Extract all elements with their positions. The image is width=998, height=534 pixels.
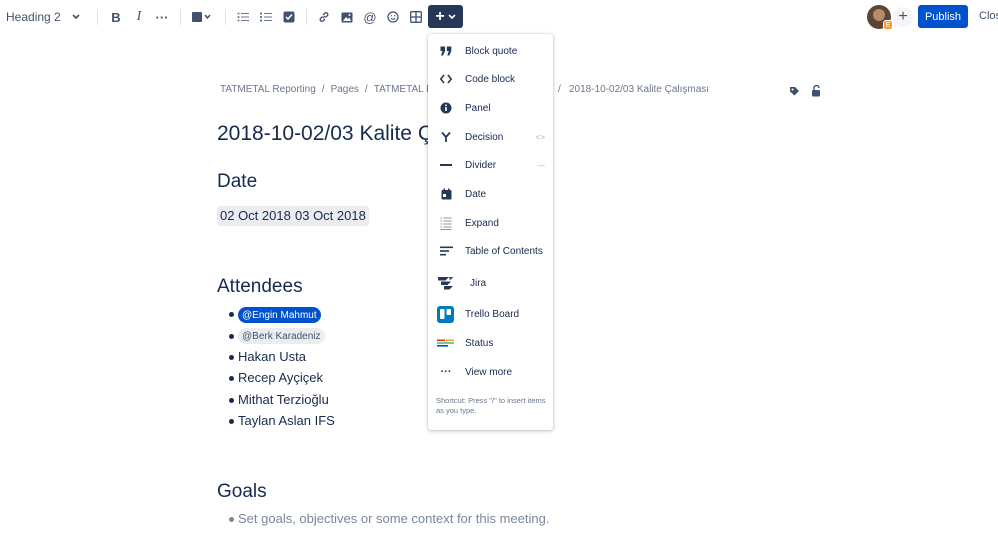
list-bullet (229, 355, 234, 360)
list-item: Hakan Usta (238, 349, 306, 364)
attendees-heading: Attendees (217, 276, 303, 297)
decision-icon (438, 129, 454, 145)
editor-toolbar: Heading 2 B I ··· @ + E + Publish Close (0, 0, 998, 34)
menu-item-label: Decision (465, 131, 504, 143)
publish-button[interactable]: Publish (918, 5, 968, 28)
insert-button[interactable]: + (428, 5, 463, 28)
breadcrumb-pages[interactable]: Pages (331, 84, 359, 95)
menu-item-label: Block quote (465, 45, 518, 57)
more-formatting-icon[interactable]: ··· (153, 5, 171, 29)
chevron-down-icon (448, 13, 456, 19)
bullet-list-icon[interactable] (236, 5, 250, 29)
toc-icon (438, 243, 454, 259)
date-heading: Date (217, 171, 258, 192)
bold-icon[interactable]: B (108, 5, 124, 29)
list-bullet (229, 419, 234, 424)
image-icon[interactable] (340, 5, 354, 29)
menu-item-panel[interactable]: Panel (428, 94, 553, 122)
numbered-list-icon[interactable] (259, 5, 273, 29)
menu-item-expand[interactable]: Expand (428, 209, 553, 237)
menu-item-code-block[interactable]: Code block (428, 65, 553, 93)
chevron-down-icon (72, 14, 80, 20)
menu-item-date[interactable]: Date (428, 180, 553, 208)
action-item-icon[interactable] (282, 5, 296, 29)
status-icon (436, 335, 454, 351)
code-icon (438, 71, 454, 87)
emoji-icon[interactable] (386, 5, 400, 29)
toolbar-divider (97, 9, 98, 25)
menu-item-label: Divider (465, 159, 497, 171)
breadcrumb-separator: / (364, 84, 368, 95)
menu-item-label: Date (465, 188, 487, 200)
menu-item-label: View more (465, 366, 513, 378)
menu-item-jira[interactable]: Jira (428, 269, 553, 297)
menu-item-label: Trello Board (465, 308, 520, 320)
menu-item-status[interactable]: Status (428, 329, 553, 357)
link-icon[interactable] (317, 5, 331, 29)
toolbar-divider (180, 9, 181, 25)
trello-icon (436, 305, 454, 323)
date-chip[interactable]: 03 Oct 2018 (292, 206, 369, 226)
menu-item-trello-board[interactable]: Trello Board (428, 300, 553, 328)
menu-item-label: Table of Contents (465, 245, 543, 257)
italic-icon[interactable]: I (131, 5, 147, 29)
mention-chip[interactable]: @Engin Mahmut (238, 307, 321, 323)
menu-item-divider[interactable]: Divider --- (428, 151, 553, 179)
calendar-icon (438, 186, 454, 202)
list-bullet (229, 312, 234, 317)
info-icon (438, 100, 454, 116)
divider-icon (438, 157, 454, 173)
goals-placeholder[interactable]: Set goals, objectives or some context fo… (238, 511, 549, 526)
menu-item-label: Code block (465, 73, 516, 85)
text-style-dropdown[interactable]: Heading 2 (0, 5, 86, 29)
breadcrumb-current-label: 2018-10-02/03 Kalite Çalışması (569, 84, 710, 95)
insert-plus-icon: + (435, 7, 445, 25)
breadcrumb-space[interactable]: TATMETAL Reporting (220, 84, 316, 95)
label-tag-icon[interactable] (789, 86, 800, 97)
menu-item-shortcut: --- (537, 160, 545, 170)
page-title[interactable]: 2018-10-02/03 Kalite Ça (217, 122, 445, 146)
invite-plus-icon[interactable]: + (893, 7, 913, 27)
list-bullet (229, 376, 234, 381)
menu-item-decision[interactable]: Decision <> (428, 123, 553, 151)
more-icon: ··· (440, 366, 452, 378)
mention-chip[interactable]: @Berk Karadeniz (238, 328, 325, 344)
list-bullet (229, 517, 234, 522)
table-icon[interactable] (409, 5, 423, 29)
mention-icon[interactable]: @ (362, 5, 378, 29)
menu-item-block-quote[interactable]: Block quote (428, 37, 553, 65)
list-item: Taylan Aslan IFS (238, 413, 335, 428)
list-item: Recep Ayçiçek (238, 370, 324, 385)
menu-item-shortcut: <> (535, 132, 545, 142)
menu-item-label: Status (465, 337, 494, 349)
jira-icon (437, 274, 455, 292)
list-bullet (229, 334, 234, 339)
list-bullet (229, 398, 234, 403)
breadcrumb: TATMETAL Reporting / Pages / TATMETAL R (220, 84, 433, 95)
menu-item-label: Jira (470, 277, 487, 289)
toolbar-divider (225, 9, 226, 25)
date-chip[interactable]: 02 Oct 2018 (217, 206, 294, 226)
toolbar-divider (306, 9, 307, 25)
shortcut-hint: Shortcut: Press "/" to insert items as y… (436, 396, 546, 415)
insert-menu: Block quote Code block Panel Decision <>… (428, 34, 553, 430)
menu-item-view-more[interactable]: ··· View more (428, 358, 553, 386)
menu-item-table-of-contents[interactable]: Table of Contents (428, 237, 553, 265)
list-item: Mithat Terzioğlu (238, 392, 329, 407)
menu-item-label: Panel (465, 102, 491, 114)
goals-heading: Goals (217, 481, 267, 502)
expand-icon (438, 215, 454, 231)
quote-icon (438, 43, 454, 59)
breadcrumb-current: / 2018-10-02/03 Kalite Çalışması (558, 84, 710, 95)
breadcrumb-separator: / (321, 84, 325, 95)
unlock-icon[interactable] (811, 85, 822, 97)
breadcrumb-parent[interactable]: TATMETAL R (374, 84, 434, 95)
text-style-label: Heading 2 (6, 10, 61, 24)
avatar-badge: E (883, 20, 893, 30)
close-button[interactable]: Close (979, 10, 998, 22)
text-color-icon[interactable] (190, 5, 214, 29)
breadcrumb-separator: / (558, 84, 561, 95)
menu-item-label: Expand (465, 217, 499, 229)
